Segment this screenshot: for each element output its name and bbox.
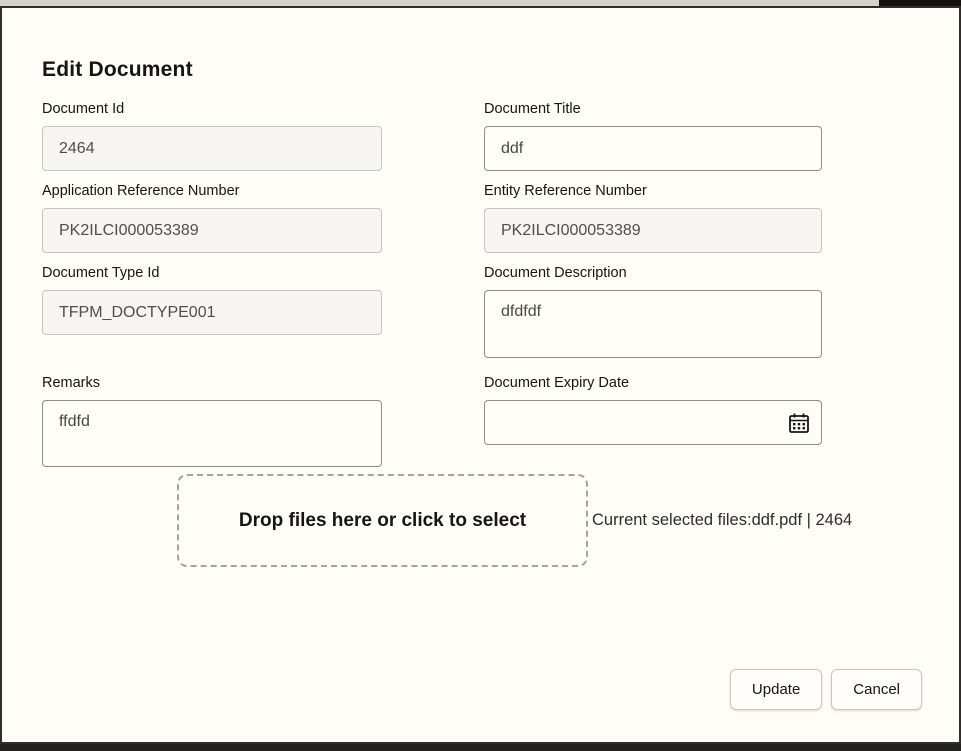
document-expiry-date-label: Document Expiry Date [484,375,822,391]
file-dropzone[interactable]: Drop files here or click to select [177,474,588,567]
field-document-description: Document Description dfdfdf [484,265,822,363]
update-button[interactable]: Update [730,669,822,710]
selected-files-text: Current selected files:ddf.pdf | 2464 [592,511,852,530]
cancel-button[interactable]: Cancel [831,669,922,710]
background-footer-fragment [0,744,961,751]
upload-row: Drop files here or click to select Curre… [177,474,922,567]
calendar-icon [788,412,810,434]
application-reference-number-input [42,208,382,253]
document-title-input[interactable] [484,126,822,171]
field-application-reference-number: Application Reference Number [42,183,382,253]
document-id-label: Document Id [42,101,382,117]
edit-document-dialog: Edit Document Document Id Document Title… [0,6,961,744]
dialog-actions: Update Cancel [42,669,922,710]
document-expiry-date-input[interactable] [484,400,822,445]
document-type-id-input [42,290,382,335]
field-document-title: Document Title [484,101,822,171]
entity-reference-number-label: Entity Reference Number [484,183,822,199]
calendar-button[interactable] [785,409,813,437]
field-document-expiry-date: Document Expiry Date [484,375,822,445]
dialog-title: Edit Document [42,58,922,82]
document-type-id-label: Document Type Id [42,265,382,281]
field-document-id: Document Id [42,101,382,171]
date-input-wrap [484,400,822,445]
remarks-textarea[interactable]: ffdfd [42,400,382,467]
field-entity-reference-number: Entity Reference Number [484,183,822,253]
document-description-textarea[interactable]: dfdfdf [484,290,822,358]
document-id-input [42,126,382,171]
field-remarks: Remarks ffdfd [42,375,382,472]
dropzone-label: Drop files here or click to select [239,510,526,532]
document-form: Document Id Document Title Application R… [42,101,922,472]
application-reference-number-label: Application Reference Number [42,183,382,199]
document-title-label: Document Title [484,101,822,117]
document-description-label: Document Description [484,265,822,281]
remarks-label: Remarks [42,375,382,391]
field-document-type-id: Document Type Id [42,265,382,335]
entity-reference-number-input [484,208,822,253]
